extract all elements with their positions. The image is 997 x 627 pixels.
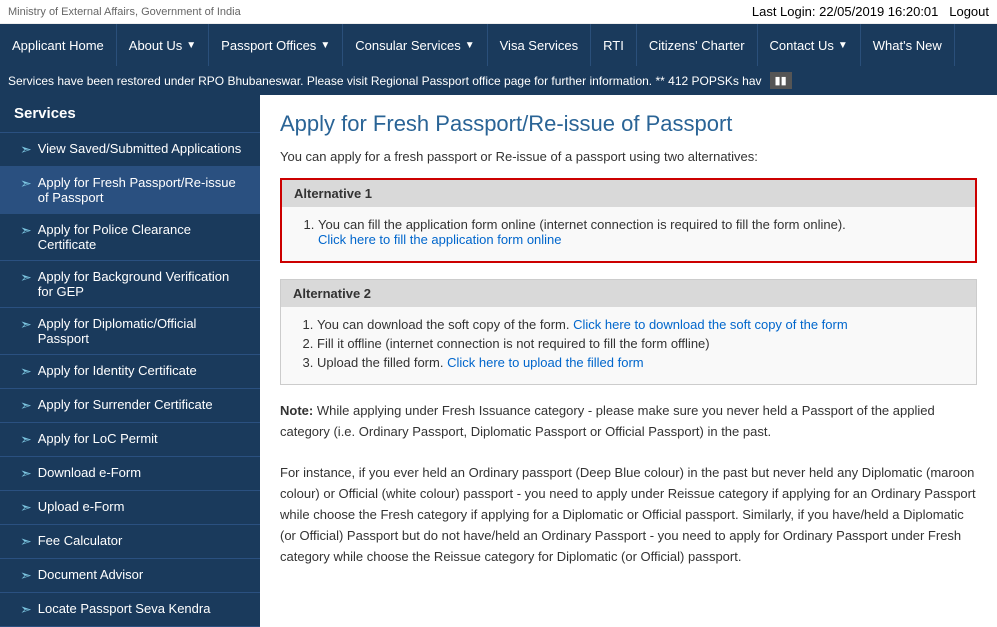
- nav-bar: Applicant Home About Us ▼ Passport Offic…: [0, 24, 997, 66]
- sidebar-title: Services: [0, 95, 260, 133]
- ticker-pause-button[interactable]: ▮▮: [770, 72, 792, 89]
- alternative-1-box: Alternative 1 You can fill the applicati…: [280, 178, 977, 263]
- ticker-text: Services have been restored under RPO Bh…: [8, 74, 762, 88]
- sidebar-item-apply-fresh[interactable]: ➣ Apply for Fresh Passport/Re-issue of P…: [0, 167, 260, 214]
- sidebar-item-locate-kendra[interactable]: ➣ Locate Passport Seva Kendra: [0, 593, 260, 627]
- logout-link[interactable]: Logout: [949, 4, 989, 19]
- sidebar-item-apply-surrender[interactable]: ➣ Apply for Surrender Certificate: [0, 389, 260, 423]
- alt2-item-2: Fill it offline (internet connection is …: [317, 336, 960, 351]
- sidebar-item-view-saved[interactable]: ➣ View Saved/Submitted Applications: [0, 133, 260, 167]
- intro-text: You can apply for a fresh passport or Re…: [280, 149, 977, 164]
- main-layout: Services ➣ View Saved/Submitted Applicat…: [0, 95, 997, 627]
- sidebar-item-fee-calculator[interactable]: ➣ Fee Calculator: [0, 525, 260, 559]
- alt1-body: You can fill the application form online…: [282, 207, 975, 261]
- sidebar-item-document-advisor[interactable]: ➣ Document Advisor: [0, 559, 260, 593]
- note-paragraph-2: For instance, if you ever held an Ordina…: [280, 463, 977, 567]
- nav-applicant-home[interactable]: Applicant Home: [0, 24, 117, 66]
- alt1-online-link[interactable]: Click here to fill the application form …: [318, 232, 562, 247]
- ticker-bar: Services have been restored under RPO Bh…: [0, 66, 997, 95]
- nav-citizens-charter[interactable]: Citizens' Charter: [637, 24, 758, 66]
- passport-offices-arrow: ▼: [320, 40, 330, 51]
- content-area: Apply for Fresh Passport/Re-issue of Pas…: [260, 95, 997, 627]
- note-section: Note: While applying under Fresh Issuanc…: [280, 401, 977, 567]
- sidebar-item-download-eform[interactable]: ➣ Download e-Form: [0, 457, 260, 491]
- nav-about-us[interactable]: About Us ▼: [117, 24, 209, 66]
- bullet-icon: ➣: [20, 397, 32, 414]
- alt2-body: You can download the soft copy of the fo…: [281, 307, 976, 384]
- bullet-icon: ➣: [20, 175, 32, 192]
- header-top: Ministry of External Affairs, Government…: [0, 0, 997, 24]
- nav-contact-us[interactable]: Contact Us ▼: [758, 24, 861, 66]
- sidebar: Services ➣ View Saved/Submitted Applicat…: [0, 95, 260, 627]
- bullet-icon: ➣: [20, 465, 32, 482]
- logo-text: Ministry of External Affairs, Government…: [8, 6, 241, 18]
- about-us-arrow: ▼: [186, 40, 196, 51]
- bullet-icon: ➣: [20, 363, 32, 380]
- alt2-download-link[interactable]: Click here to download the soft copy of …: [573, 317, 848, 332]
- nav-whats-new[interactable]: What's New: [861, 24, 955, 66]
- note-label: Note:: [280, 403, 313, 418]
- contact-us-arrow: ▼: [838, 40, 848, 51]
- sidebar-item-apply-diplomatic[interactable]: ➣ Apply for Diplomatic/Official Passport: [0, 308, 260, 355]
- alt2-item-1: You can download the soft copy of the fo…: [317, 317, 960, 332]
- nav-visa-services[interactable]: Visa Services: [488, 24, 592, 66]
- sidebar-item-apply-loc[interactable]: ➣ Apply for LoC Permit: [0, 423, 260, 457]
- sidebar-item-apply-background[interactable]: ➣ Apply for Background Verification for …: [0, 261, 260, 308]
- bullet-icon: ➣: [20, 141, 32, 158]
- login-info: Last Login: 22/05/2019 16:20:01 Logout: [752, 4, 989, 19]
- sidebar-item-upload-eform[interactable]: ➣ Upload e-Form: [0, 491, 260, 525]
- sidebar-item-apply-identity[interactable]: ➣ Apply for Identity Certificate: [0, 355, 260, 389]
- alternative-2-box: Alternative 2 You can download the soft …: [280, 279, 977, 385]
- note-paragraph-1: Note: While applying under Fresh Issuanc…: [280, 401, 977, 443]
- nav-rti[interactable]: RTI: [591, 24, 637, 66]
- bullet-icon: ➣: [20, 533, 32, 550]
- nav-passport-offices[interactable]: Passport Offices ▼: [209, 24, 343, 66]
- page-title: Apply for Fresh Passport/Re-issue of Pas…: [280, 111, 977, 137]
- bullet-icon: ➣: [20, 499, 32, 516]
- alt2-upload-link[interactable]: Click here to upload the filled form: [447, 355, 644, 370]
- alt2-item-3: Upload the filled form. Click here to up…: [317, 355, 960, 370]
- bullet-icon: ➣: [20, 431, 32, 448]
- sidebar-item-apply-pcc[interactable]: ➣ Apply for Police Clearance Certificate: [0, 214, 260, 261]
- bullet-icon: ➣: [20, 601, 32, 618]
- alt1-item-1: You can fill the application form online…: [318, 217, 959, 247]
- bullet-icon: ➣: [20, 222, 32, 239]
- bullet-icon: ➣: [20, 269, 32, 286]
- nav-consular-services[interactable]: Consular Services ▼: [343, 24, 487, 66]
- consular-services-arrow: ▼: [465, 40, 475, 51]
- alt2-header: Alternative 2: [281, 280, 976, 307]
- last-login-label: Last Login:: [752, 4, 816, 19]
- last-login-value: 22/05/2019 16:20:01: [819, 4, 938, 19]
- alt1-header: Alternative 1: [282, 180, 975, 207]
- bullet-icon: ➣: [20, 567, 32, 584]
- bullet-icon: ➣: [20, 316, 32, 333]
